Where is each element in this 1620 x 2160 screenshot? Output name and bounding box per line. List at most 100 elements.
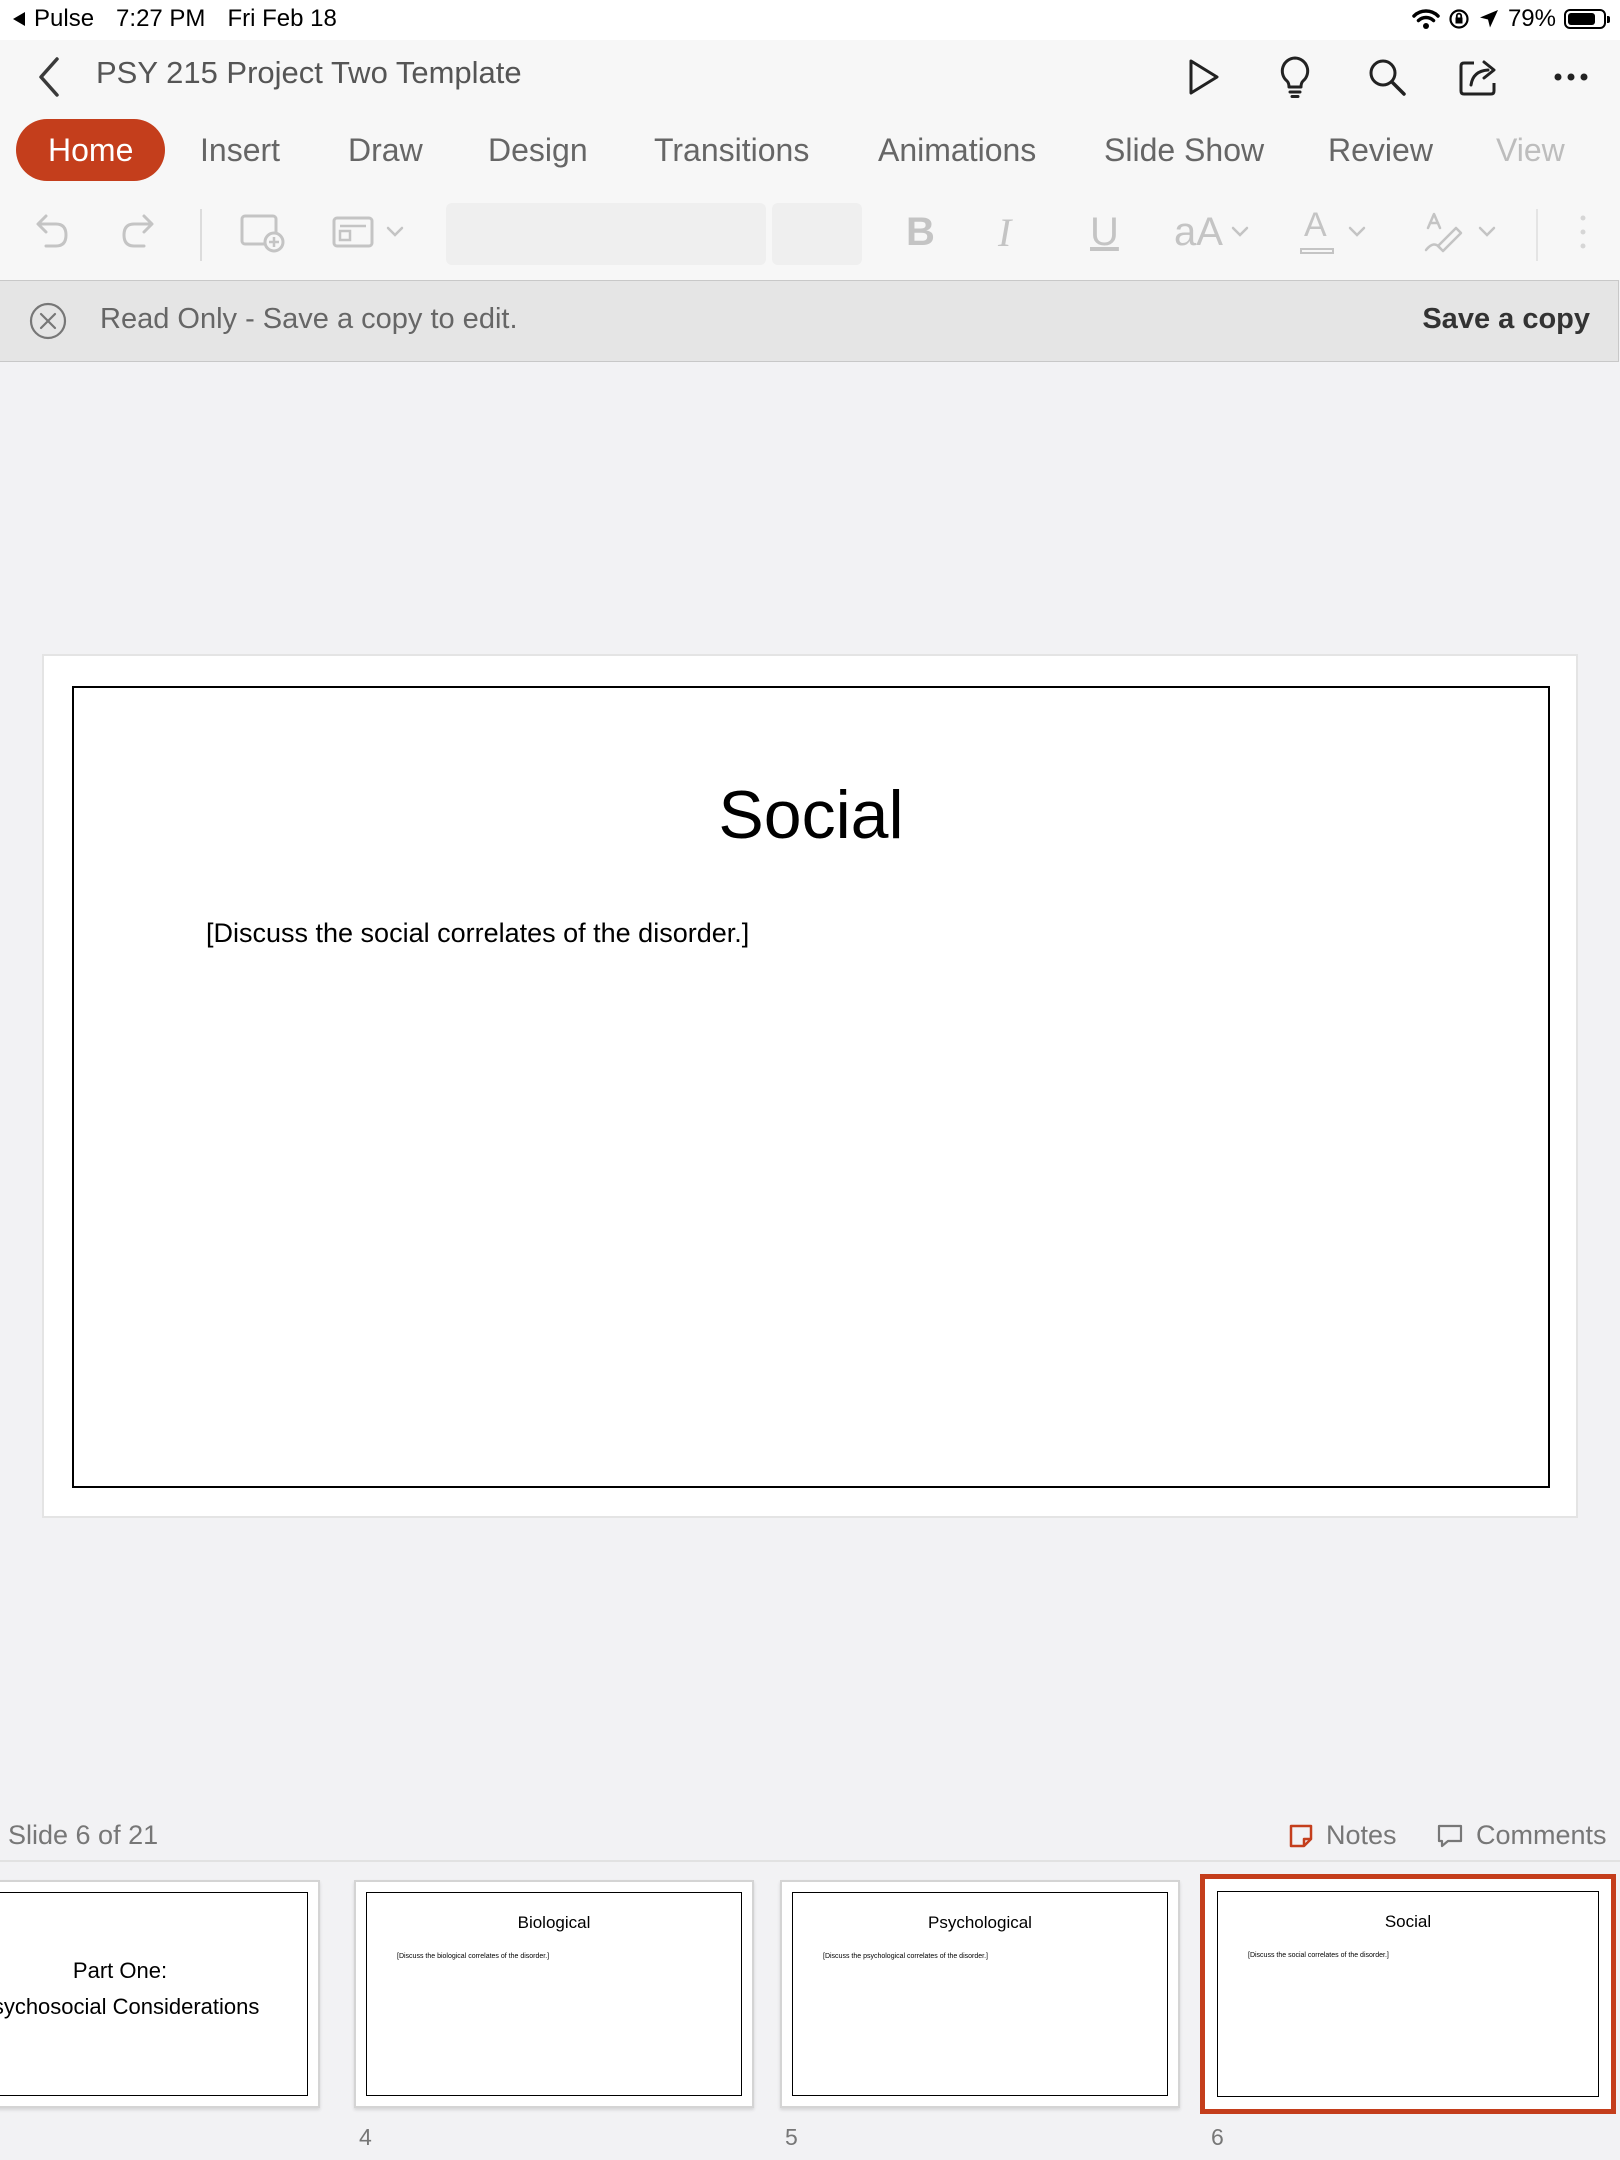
thumbnail-border: Biological [Discuss the biological corre… [366, 1892, 742, 2096]
tab-view[interactable]: View [1496, 119, 1565, 181]
font-color-swatch [1300, 248, 1334, 254]
thumbnail-body: [Discuss the biological correlates of th… [397, 1953, 550, 1960]
more-icon [1554, 73, 1588, 81]
tab-draw[interactable]: Draw [348, 119, 423, 181]
tab-insert[interactable]: Insert [200, 119, 280, 181]
font-size-toggle-button[interactable]: aA [1174, 207, 1249, 257]
tab-slide-show[interactable]: Slide Show [1104, 119, 1264, 181]
font-color-button[interactable]: A [1300, 206, 1366, 257]
close-circle-icon [29, 302, 67, 340]
chevron-down-icon [1478, 226, 1496, 237]
slide-thumbnail-6[interactable]: Social [Discuss the social correlates of… [1200, 1874, 1616, 2114]
tab-review[interactable]: Review [1328, 119, 1433, 181]
notes-label: Notes [1326, 1820, 1397, 1850]
document-title: PSY 215 Project Two Template [96, 55, 522, 90]
location-arrow-icon [1479, 10, 1498, 28]
comments-label: Comments [1476, 1820, 1607, 1850]
thumbnail-number: 4 [359, 2124, 372, 2150]
chevron-down-icon [1348, 226, 1366, 237]
back-app-label: Pulse [34, 5, 95, 32]
redo-icon [122, 214, 154, 248]
status-bar: Pulse 7:27 PM Fri Feb 18 79% [0, 0, 1620, 40]
thumbnail-title-line: psychosocial Considerations [0, 1994, 260, 2019]
thumbnail-number: 6 [1211, 2124, 1224, 2150]
ribbon-divider [200, 209, 202, 261]
back-to-app[interactable]: Pulse [12, 5, 94, 33]
thumbnail-title: Psychological [928, 1913, 1032, 1932]
new-slide-icon [240, 214, 285, 253]
battery-percent: 79% [1507, 5, 1556, 32]
italic-button[interactable]: I [998, 207, 1011, 257]
search-button[interactable] [1360, 50, 1414, 104]
layout-icon [332, 216, 374, 248]
slide-thumbnail-5[interactable]: Psychological [Discuss the psychological… [780, 1880, 1180, 2108]
thumbnail-number: 5 [785, 2124, 798, 2150]
share-icon [1459, 60, 1496, 96]
read-only-banner: Read Only - Save a copy to edit. Save a … [0, 280, 1619, 362]
chevron-down-icon [1231, 226, 1249, 237]
bold-button[interactable]: B [906, 207, 935, 257]
slide-canvas[interactable]: Social [Discuss the social correlates of… [42, 654, 1578, 1518]
thumbnail-border: Social [Discuss the social correlates of… [1217, 1891, 1599, 2097]
undo-icon [36, 214, 68, 248]
notes-button[interactable]: Notes [1288, 1820, 1397, 1851]
thumbnail-body: [Discuss the social correlates of the di… [1248, 1952, 1389, 1959]
title-bar: PSY 215 Project Two Template [0, 40, 1620, 115]
redo-button[interactable] [118, 207, 162, 257]
slide-thumbnail-4[interactable]: Biological [Discuss the biological corre… [354, 1880, 754, 2108]
slide-thumbnail-3[interactable]: Part One: psychosocial Considerations [0, 1880, 320, 2108]
save-copy-button[interactable]: Save a copy [1422, 303, 1590, 336]
thumbnail-title: Part One: psychosocial Considerations [0, 1953, 307, 2025]
back-button[interactable] [22, 50, 76, 104]
font-size-toggle-label: aA [1174, 209, 1223, 254]
slide-counter: Slide 6 of 21 [8, 1820, 159, 1850]
thumbnail-body: [Discuss the psychological correlates of… [823, 1953, 988, 1960]
underline-button[interactable]: U [1090, 207, 1119, 257]
comment-icon [1437, 1824, 1463, 1847]
layout-button[interactable] [332, 207, 404, 257]
more-vertical-icon [1580, 215, 1586, 249]
tell-me-button[interactable] [1268, 50, 1322, 104]
comments-button[interactable]: Comments [1436, 1820, 1607, 1851]
slide-body[interactable]: [Discuss the social correlates of the di… [206, 918, 749, 949]
slide-border: Social [Discuss the social correlates of… [72, 686, 1550, 1488]
highlighter-icon [1424, 212, 1463, 253]
thumbnail-border: Part One: psychosocial Considerations [0, 1892, 308, 2096]
battery-icon [1564, 9, 1610, 29]
undo-button[interactable] [28, 207, 72, 257]
new-slide-button[interactable] [240, 207, 286, 257]
thumbnail-border: Psychological [Discuss the psychological… [792, 1892, 1168, 2096]
back-triangle-icon [13, 12, 25, 26]
orientation-lock-icon [1449, 9, 1469, 29]
font-color-icon: A [1300, 206, 1334, 256]
font-size-field[interactable] [772, 203, 862, 265]
search-icon [1369, 59, 1406, 96]
notes-icon [1289, 1824, 1313, 1847]
thumbnail-title: Social [1384, 1912, 1432, 1931]
chevron-down-icon [386, 226, 404, 237]
thumbnail-strip-divider [0, 1860, 1620, 1862]
read-only-message: Read Only - Save a copy to edit. [100, 303, 518, 335]
ribbon-overflow-button[interactable] [1578, 207, 1588, 257]
tab-transitions[interactable]: Transitions [654, 119, 809, 181]
ribbon-toolbar: B I U aA A [0, 185, 1620, 280]
dismiss-banner-button[interactable] [28, 301, 68, 341]
lightbulb-icon [1280, 56, 1310, 98]
play-button[interactable] [1176, 50, 1230, 104]
thumbnail-title-line: Part One: [72, 1958, 168, 1983]
ribbon-divider [1536, 209, 1538, 261]
wifi-icon [1412, 9, 1440, 29]
tab-home[interactable]: Home [16, 119, 166, 181]
font-name-field[interactable] [446, 203, 766, 265]
tab-design[interactable]: Design [488, 119, 588, 181]
status-time: 7:27 PM [116, 5, 206, 32]
tab-animations[interactable]: Animations [878, 119, 1036, 181]
slide-title[interactable]: Social [74, 776, 1548, 854]
back-chevron-icon [39, 57, 59, 97]
ribbon-tabs: Home Insert Draw Design Transitions Anim… [0, 115, 1620, 185]
play-icon [1189, 59, 1219, 95]
share-button[interactable] [1452, 50, 1506, 104]
highlight-button[interactable] [1424, 207, 1496, 257]
font-color-label: A [1304, 206, 1327, 244]
more-button[interactable] [1544, 50, 1598, 104]
